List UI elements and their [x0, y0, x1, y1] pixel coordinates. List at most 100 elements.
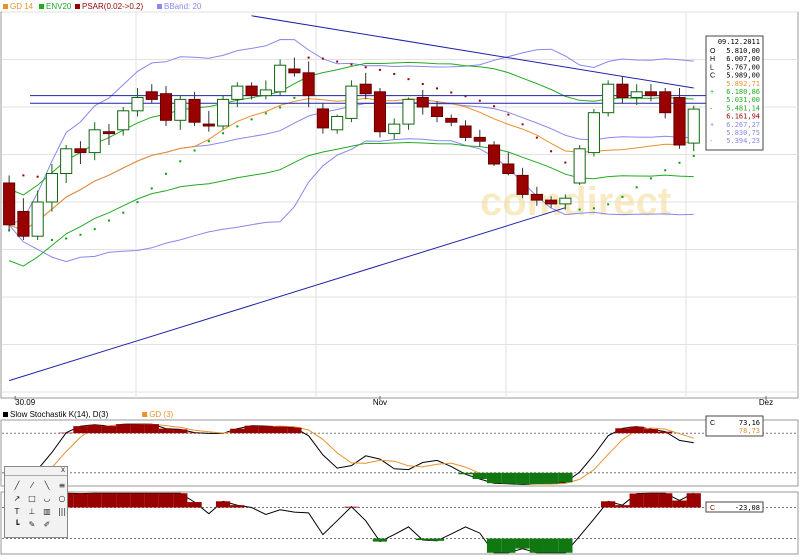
tool-button[interactable]: ⁄	[26, 481, 38, 491]
candle	[660, 88, 671, 118]
candle	[460, 120, 471, 141]
stoch-overbought	[658, 432, 672, 434]
candle-body-down	[460, 126, 471, 137]
candle-body-up	[560, 198, 571, 204]
candle-body-down	[531, 194, 542, 200]
candle-body-down	[660, 92, 671, 113]
psar-dot	[450, 91, 452, 93]
candle-body-down	[446, 118, 457, 122]
tool-button[interactable]: ✎	[26, 520, 38, 530]
psar-dot	[650, 177, 652, 179]
stoch-overbought	[73, 426, 87, 433]
psar-dot	[593, 207, 595, 209]
candle-body-up	[218, 99, 229, 126]
stoch-overbought	[259, 426, 273, 433]
tool-button[interactable]: ↗	[11, 494, 23, 504]
candle	[218, 96, 229, 130]
candle-body-up	[89, 130, 100, 153]
tool-button[interactable]: ▥	[41, 507, 53, 517]
stoch-key: C	[710, 420, 715, 427]
drawing-toolbox[interactable]: x ╱⁄╲≡ ↗□◡○ T⊥▥||| ┗✎✐	[4, 466, 68, 538]
candle-body-up	[175, 99, 186, 120]
momentum-overbought	[230, 505, 244, 507]
psar-dot	[522, 123, 524, 125]
stoch-overbought	[173, 429, 187, 433]
candle-body-up	[132, 98, 143, 111]
candle-body-up	[389, 124, 400, 134]
psar-dot	[493, 105, 495, 107]
psar-dot	[693, 155, 695, 157]
tool-button[interactable]: ╲	[41, 481, 53, 491]
candle-body-down	[246, 86, 257, 96]
psar-dot	[550, 150, 552, 152]
stoch-overbought	[287, 428, 301, 434]
stoch-overbought	[615, 428, 629, 433]
psar-dot	[279, 106, 281, 108]
momentum-panel: C-23,08	[1, 492, 798, 554]
tool-button[interactable]	[56, 520, 68, 530]
momentum-overbought	[159, 493, 173, 507]
candle-body-down	[645, 92, 656, 96]
momentum-oversold	[544, 539, 558, 553]
info-value: 5.810,00	[726, 47, 760, 55]
candle	[18, 198, 29, 240]
candle	[289, 58, 300, 77]
tool-button[interactable]: |||	[56, 507, 68, 517]
close-icon[interactable]: x	[61, 465, 65, 474]
stoch-oversold	[544, 473, 558, 484]
candle-body-down	[517, 175, 528, 194]
candle-body-down	[674, 98, 685, 146]
momentum-overbought	[630, 494, 644, 508]
tool-button[interactable]: ≡	[56, 481, 68, 491]
tool-button[interactable]: ┗	[11, 520, 23, 530]
momentum-oversold	[487, 539, 501, 553]
info-key: O	[710, 48, 716, 55]
legend-swatch	[3, 4, 8, 9]
tool-button[interactable]: ⊥	[26, 507, 38, 517]
momentum-oversold	[530, 539, 544, 553]
candle-body-down	[4, 183, 15, 225]
psar-dot	[636, 186, 638, 188]
candle-body-down	[617, 84, 628, 97]
psar-dot	[122, 212, 124, 214]
stoch-overbought	[145, 424, 159, 433]
tool-button[interactable]: ╱	[11, 481, 23, 491]
psar-dot	[322, 58, 324, 60]
candle	[118, 107, 129, 136]
candle-body-down	[474, 137, 485, 141]
tool-button[interactable]: ◡	[41, 494, 53, 504]
psar-dot	[65, 237, 67, 239]
candle-body-down	[18, 212, 29, 237]
candle	[61, 145, 72, 183]
stoch-overbought	[88, 425, 102, 433]
candle-body-down	[317, 109, 328, 128]
candle	[303, 61, 314, 107]
stoch-overbought	[630, 427, 644, 434]
info-value: 5.031,00	[726, 96, 760, 104]
candle	[175, 96, 186, 130]
tool-button[interactable]: ○	[56, 494, 68, 504]
stoch-overbought	[644, 429, 658, 433]
info-value: 5.892,71	[726, 80, 760, 88]
psar-dot	[621, 196, 623, 198]
psar-dot	[94, 228, 96, 230]
psar-dot	[51, 239, 53, 241]
legend-swatch	[75, 4, 80, 9]
candle-body-down	[546, 200, 557, 204]
psar-dot	[236, 125, 238, 127]
legend-swatch	[142, 412, 147, 417]
candle-body-down	[431, 107, 442, 117]
psar-dot	[179, 160, 181, 162]
candle-body-up	[260, 90, 271, 96]
tool-button[interactable]: □	[26, 494, 38, 504]
candle	[317, 103, 328, 133]
tool-button[interactable]: T	[11, 507, 23, 517]
info-key: +	[710, 89, 714, 96]
psar-dot	[479, 100, 481, 102]
candle	[346, 80, 357, 122]
stoch-oversold	[458, 473, 472, 474]
tool-button[interactable]: ✐	[41, 520, 53, 530]
candle-body-down	[303, 73, 314, 96]
candle-body-up	[574, 149, 585, 183]
momentum-overbought	[187, 502, 201, 507]
